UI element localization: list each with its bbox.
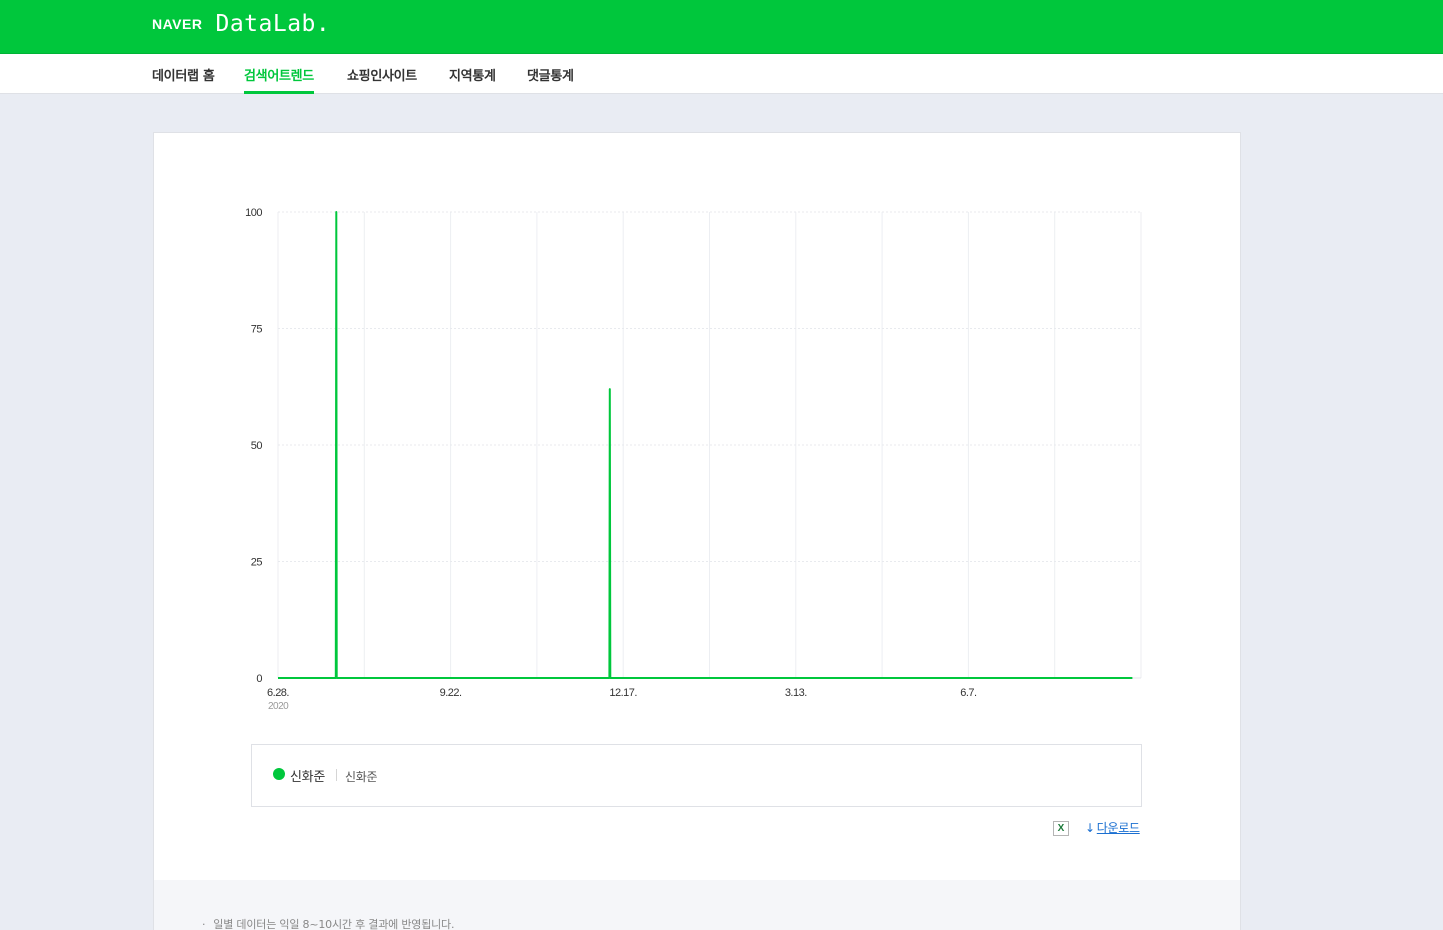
legend-series-name: 신화준 [290, 770, 325, 785]
x-tick-label: 6.7. [960, 687, 977, 699]
x-tick-label: 12.17. [609, 687, 637, 699]
download-label: 다운로드 [1096, 821, 1140, 835]
nav-item-comment-stats[interactable]: 댓글통계 [527, 65, 574, 94]
y-tick-label: 25 [251, 557, 263, 569]
excel-icon[interactable]: X [1053, 821, 1069, 836]
naver-logo-text: NAVER [152, 16, 203, 32]
download-button[interactable]: ↓ 다운로드 [1085, 819, 1140, 836]
top-header: NAVER DataLab. [0, 0, 1443, 54]
nav-item-shopping-insight[interactable]: 쇼핑인사이트 [347, 65, 417, 94]
data-update-note: 일별 데이터는 익일 8~10시간 후 결과에 반영됩니다. [202, 916, 454, 930]
main-nav: 데이터랩 홈 검색어트렌드 쇼핑인사이트 지역통계 댓글통계 [0, 54, 1443, 94]
datalab-logo-text: DataLab. [215, 11, 331, 37]
legend-separator [336, 769, 337, 781]
x-tick-label: 6.28. [267, 687, 289, 699]
x-tick-label: 3.13. [785, 687, 807, 699]
chart-legend: 신화준 신화준 [251, 744, 1142, 807]
y-tick-label: 50 [251, 440, 263, 452]
nav-item-regional-stats[interactable]: 지역통계 [449, 65, 496, 94]
legend-color-dot [273, 768, 285, 780]
result-card: 100 75 50 25 0 6.28. 9.22. 12.17. 3.13. 6.7. 2020 … [153, 132, 1241, 930]
logo[interactable]: NAVER DataLab. [152, 11, 330, 37]
y-tick-label: 75 [251, 324, 263, 336]
trend-chart: 100 75 50 25 0 6.28. 9.22. 12.17. 3.13. 6.7. 2020 [245, 207, 1142, 712]
nav-item-datalab-home[interactable]: 데이터랩 홈 [152, 65, 215, 94]
y-tick-label: 0 [256, 673, 262, 685]
card-footer: 일별 데이터는 익일 8~10시간 후 결과에 반영됩니다. [154, 880, 1240, 930]
x-tick-year-label: 2020 [268, 701, 289, 712]
nav-item-search-trend[interactable]: 검색어트렌드 [244, 65, 314, 94]
x-tick-label: 9.22. [440, 687, 462, 699]
download-arrow-icon: ↓ [1085, 821, 1095, 835]
legend-keywords: 신화준 [345, 770, 378, 784]
y-tick-label: 100 [245, 207, 262, 219]
